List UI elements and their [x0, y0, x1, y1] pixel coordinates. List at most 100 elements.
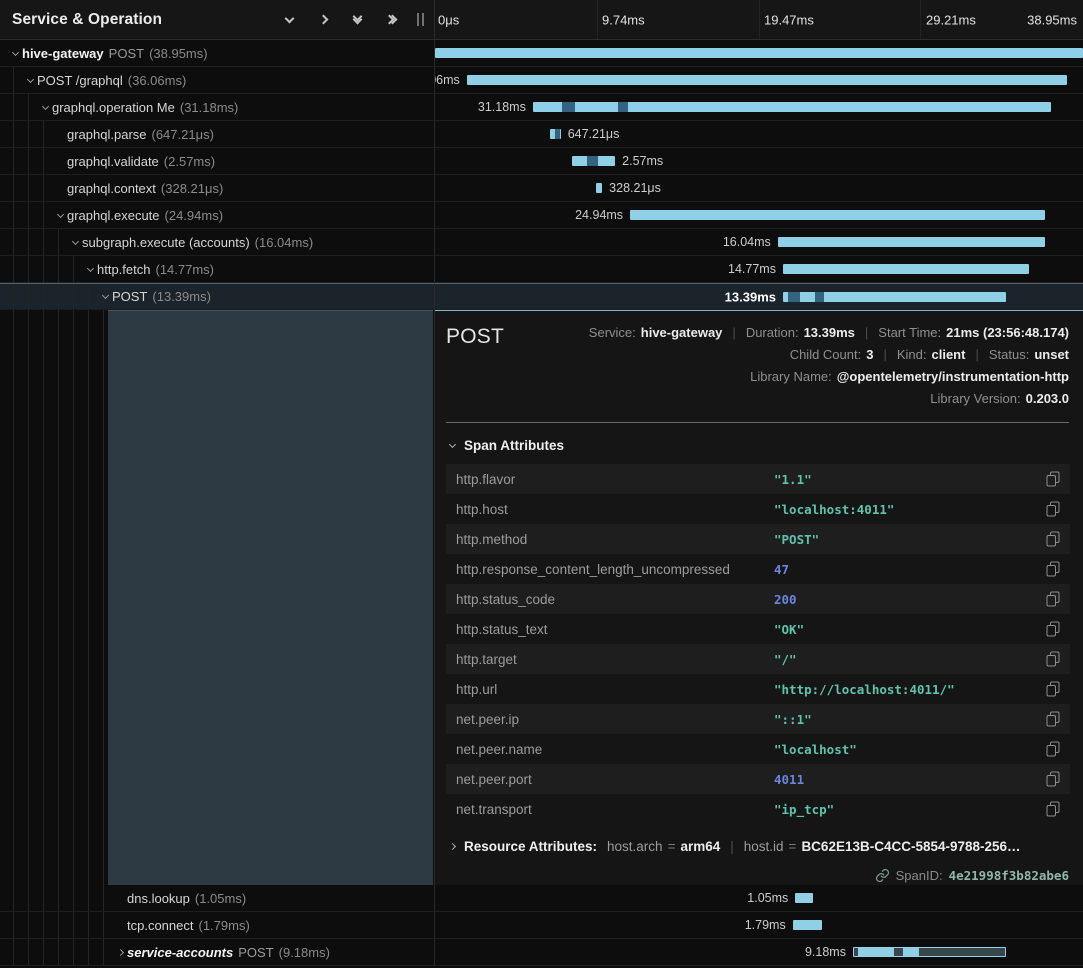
caret-down-icon[interactable]: [98, 295, 112, 298]
span-name: tcp.connect: [127, 918, 194, 933]
attribute-value: "localhost": [774, 742, 1036, 757]
span-bar[interactable]: [533, 102, 1051, 112]
timeline-tick: 9.74ms: [602, 12, 645, 27]
span-bar[interactable]: [630, 210, 1045, 220]
span-bar-child-segment: [562, 102, 575, 112]
attribute-row: http.status_text"OK": [446, 614, 1070, 644]
span-bar[interactable]: [435, 48, 1083, 58]
meta-divider: |: [883, 347, 886, 362]
collapse-one-icon[interactable]: [283, 12, 295, 28]
caret-down-icon[interactable]: [23, 79, 37, 82]
span-bar[interactable]: [572, 156, 615, 166]
span-bar[interactable]: [793, 920, 823, 930]
span-bar-child-segment: [903, 948, 918, 956]
span-duration-label: 14.77ms: [728, 262, 783, 276]
span-bar[interactable]: [467, 75, 1067, 85]
attribute-value: "OK": [774, 622, 1036, 637]
expand-all-icon[interactable]: [385, 12, 397, 28]
span-detail-header: POST Service:hive-gateway|Duration:13.39…: [435, 311, 1083, 409]
span-row[interactable]: graphql.validate(2.57ms)2.57ms: [0, 148, 1083, 175]
copy-icon[interactable]: [1046, 621, 1060, 637]
indent-guide: [73, 310, 74, 885]
span-duration: (2.57ms): [164, 154, 215, 169]
span-row[interactable]: service-accountsPOST(9.18ms)9.18ms: [0, 939, 1083, 966]
span-duration: (1.05ms): [195, 891, 246, 906]
caret-right-icon[interactable]: [113, 950, 127, 955]
copy-icon[interactable]: [1046, 711, 1060, 727]
span-tree-cell: subgraph.execute (accounts)(16.04ms): [0, 229, 435, 256]
span-duration-label: 328.21μs: [602, 181, 661, 195]
span-attributes-toggle[interactable]: Span Attributes: [450, 436, 1069, 455]
attribute-value: 4011: [774, 772, 1036, 787]
copy-icon[interactable]: [1046, 471, 1060, 487]
span-bar[interactable]: [778, 237, 1045, 247]
span-name: graphql.operation Me: [52, 100, 175, 115]
span-bar[interactable]: [783, 292, 1006, 302]
caret-down-icon[interactable]: [53, 214, 67, 217]
span-bar[interactable]: [795, 893, 812, 903]
attribute-value: "::1": [774, 712, 1036, 727]
indent-guide: [58, 310, 59, 885]
span-timeline-cell: 16.04ms: [435, 229, 1083, 256]
resource-key: host.id: [744, 839, 784, 854]
span-meta-line: Library Name:@opentelemetry/instrumentat…: [750, 365, 1069, 387]
attribute-key: net.peer.port: [456, 772, 774, 787]
link-icon[interactable]: [875, 868, 890, 883]
expand-one-icon[interactable]: [317, 12, 329, 28]
indent-guide: [103, 310, 104, 885]
span-row[interactable]: graphql.operation Me(31.18ms)31.18ms: [0, 94, 1083, 121]
timeline-tick: 0μs: [438, 12, 459, 27]
span-duration: (38.95ms): [149, 46, 208, 61]
span-row[interactable]: POST(13.39ms)13.39ms: [0, 283, 1083, 310]
meta-label: Duration:: [746, 325, 799, 340]
span-bar[interactable]: [783, 264, 1029, 274]
panel-resize-grip[interactable]: [417, 13, 424, 26]
span-row[interactable]: dns.lookup(1.05ms)1.05ms: [0, 885, 1083, 912]
copy-icon[interactable]: [1046, 741, 1060, 757]
span-row[interactable]: subgraph.execute (accounts)(16.04ms)16.0…: [0, 229, 1083, 256]
caret-down-icon[interactable]: [68, 241, 82, 244]
span-tree-cell: graphql.execute(24.94ms): [0, 202, 435, 229]
attribute-key: net.transport: [456, 802, 774, 817]
caret-down-icon[interactable]: [83, 268, 97, 271]
span-bar-child-segment: [587, 156, 598, 166]
attribute-key: http.status_text: [456, 622, 774, 637]
span-row[interactable]: graphql.execute(24.94ms)24.94ms: [0, 202, 1083, 229]
span-bar[interactable]: [550, 129, 561, 139]
span-row[interactable]: POST /graphql(36.06ms)36.06ms: [0, 67, 1083, 94]
span-duration-label: 2.57ms: [615, 154, 663, 168]
attribute-value: "POST": [774, 532, 1036, 547]
copy-icon[interactable]: [1046, 561, 1060, 577]
span-name: service-accounts: [127, 945, 233, 960]
span-row[interactable]: tcp.connect(1.79ms)1.79ms: [0, 912, 1083, 939]
attribute-row: http.url"http://localhost:4011/": [446, 674, 1070, 704]
meta-divider: |: [865, 325, 868, 340]
copy-icon[interactable]: [1046, 501, 1060, 517]
attribute-key: http.url: [456, 682, 774, 697]
copy-icon[interactable]: [1046, 771, 1060, 787]
span-attributes-title: Span Attributes: [464, 438, 564, 453]
attribute-value: "ip_tcp": [774, 802, 1036, 817]
copy-icon[interactable]: [1046, 591, 1060, 607]
span-name: http.fetch: [97, 262, 150, 277]
copy-icon[interactable]: [1046, 801, 1060, 817]
span-row[interactable]: hive-gatewayPOST(38.95ms)38.95ms: [0, 40, 1083, 67]
resource-attributes-toggle[interactable]: Resource Attributes: host.arch=arm64|hos…: [450, 837, 1069, 856]
caret-down-icon[interactable]: [8, 52, 22, 55]
collapse-all-icon[interactable]: [351, 12, 363, 28]
copy-icon[interactable]: [1046, 651, 1060, 667]
span-row[interactable]: graphql.context(328.21μs)328.21μs: [0, 175, 1083, 202]
span-row[interactable]: graphql.parse(647.21μs)647.21μs: [0, 121, 1083, 148]
span-row[interactable]: http.fetch (14.77ms) 14.77ms: [0, 256, 1083, 283]
span-timeline-cell: 1.05ms: [435, 885, 1083, 912]
copy-icon[interactable]: [1046, 681, 1060, 697]
indent-guide: [28, 310, 29, 885]
chevron-right-icon: [450, 843, 456, 850]
span-duration: (14.77ms): [155, 262, 214, 277]
copy-icon[interactable]: [1046, 531, 1060, 547]
span-bar[interactable]: [853, 947, 1006, 957]
attribute-key: http.status_code: [456, 592, 774, 607]
caret-down-icon[interactable]: [38, 106, 52, 109]
span-timeline-cell: 328.21μs: [435, 175, 1083, 202]
attribute-value: "localhost:4011": [774, 502, 1036, 517]
